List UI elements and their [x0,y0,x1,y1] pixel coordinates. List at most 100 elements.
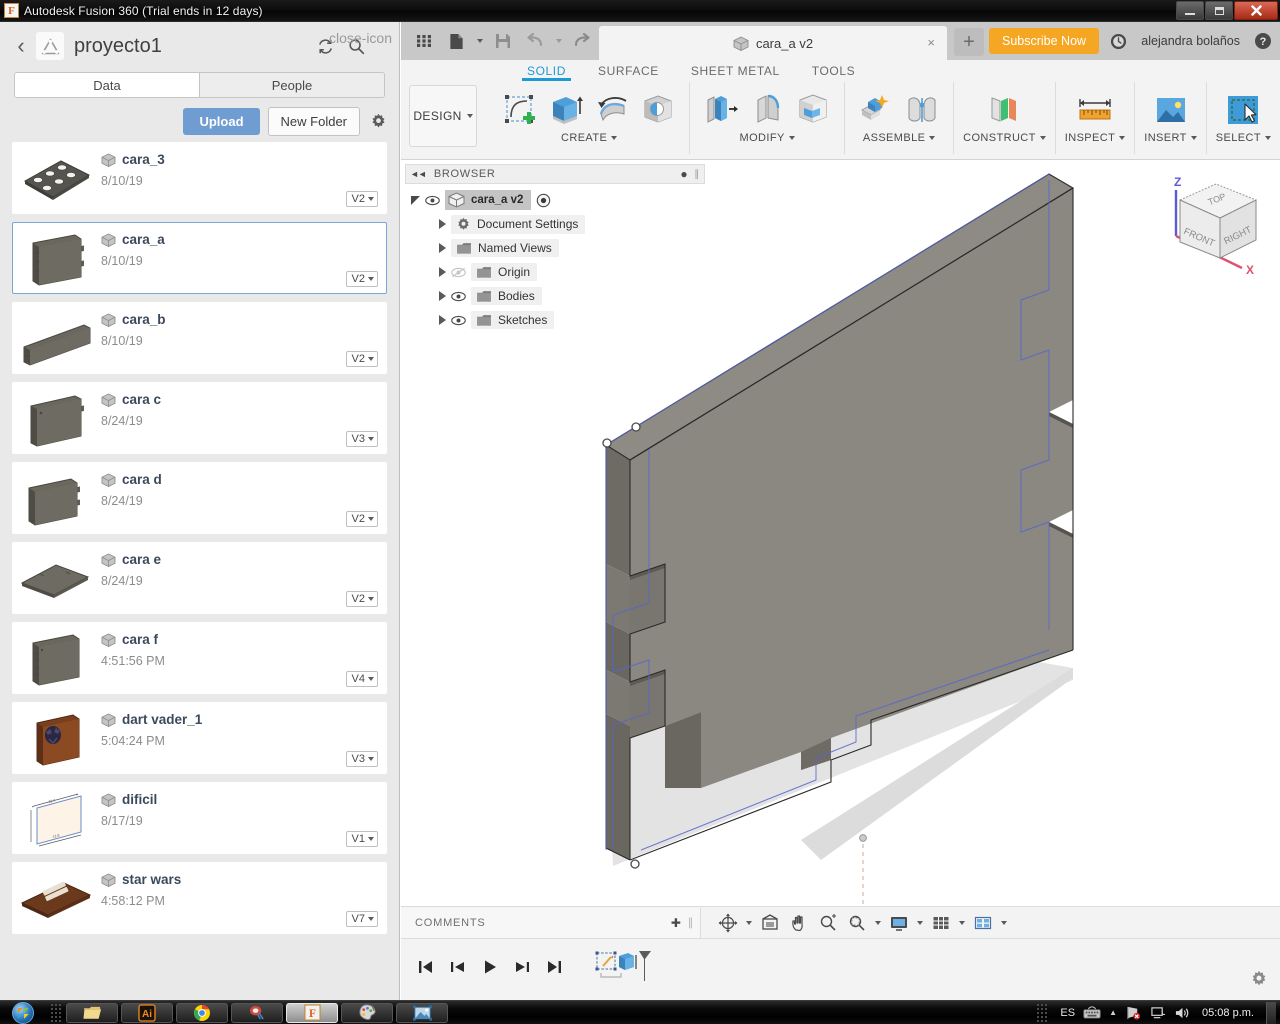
orbit-dropdown[interactable] [744,920,754,925]
version-selector[interactable]: V2 [345,591,378,607]
workspace-switcher[interactable]: DESIGN [409,85,478,147]
taskbar-palette[interactable] [341,1002,393,1023]
assemble-group-label[interactable]: ASSEMBLE [863,132,936,144]
shell-icon[interactable] [791,88,835,132]
expand-arrow-icon[interactable] [439,291,446,301]
list-item[interactable]: star wars 4:58:12 PM V7 [12,862,387,934]
add-comment-icon[interactable]: ✚ [671,916,682,930]
version-selector[interactable]: V3 [345,751,378,767]
close-document-tab-button[interactable]: × [927,35,935,50]
timeline-features[interactable] [595,951,651,983]
show-desktop-button[interactable] [1266,1001,1276,1024]
tab-data[interactable]: Data [15,73,199,97]
play-icon[interactable] [479,956,501,978]
new-folder-button[interactable]: New Folder [267,106,360,136]
start-button[interactable] [0,1001,46,1024]
construct-group-label[interactable]: CONSTRUCT [963,132,1046,144]
new-tab-button[interactable]: + [954,28,984,56]
upload-button[interactable]: Upload [183,107,260,135]
save-icon[interactable] [488,26,518,56]
pan-icon[interactable] [786,910,812,936]
tab-sheet-metal[interactable]: SHEET METAL [675,60,796,78]
grid-snaps-dropdown[interactable] [957,920,967,925]
taskbar-grip[interactable] [50,1002,62,1023]
inspect-group-label[interactable]: INSPECT [1065,132,1126,144]
version-selector[interactable]: V2 [345,191,378,207]
expand-arrow-icon[interactable] [439,267,446,277]
taskbar-paint-tool[interactable] [231,1002,283,1023]
new-file-dropdown[interactable] [473,39,486,43]
list-item[interactable]: cara c 8/24/19 V3 [12,382,387,454]
orbit-icon[interactable] [715,910,741,936]
expand-arrow-icon[interactable] [439,243,446,253]
revolve-icon[interactable] [590,88,634,132]
action-center-icon[interactable] [1150,1006,1166,1020]
browser-node-bodies[interactable]: Bodies [405,284,705,308]
skip-to-end-icon[interactable] [543,956,565,978]
minimize-panel-icon[interactable]: ● [680,167,688,181]
browser-node-document-settings[interactable]: Document Settings [405,212,705,236]
tab-people[interactable]: People [199,73,384,97]
grid-snaps-icon[interactable] [928,910,954,936]
close-window-button[interactable] [1234,1,1278,20]
network-error-icon[interactable] [1125,1006,1142,1020]
look-at-icon[interactable] [757,910,783,936]
browser-root-row[interactable]: cara_a v2 [405,188,705,212]
fillet-icon[interactable] [745,88,789,132]
help-icon[interactable]: ? [1254,32,1272,50]
back-button[interactable]: ‹ [10,35,32,57]
skip-to-beginning-icon[interactable] [415,956,437,978]
press-pull-icon[interactable] [699,88,743,132]
taskbar-fusion360[interactable]: F [286,1002,338,1023]
gear-icon[interactable] [370,113,387,130]
sketch-create-icon[interactable] [498,88,542,132]
close-data-panel-button[interactable]: close-icon [329,30,392,46]
tab-solid[interactable]: SOLID [511,60,582,81]
minimize-button[interactable] [1176,1,1204,20]
volume-icon[interactable] [1174,1006,1190,1020]
hole-icon[interactable] [636,88,680,132]
taskbar-illustrator[interactable]: Ai [121,1002,173,1023]
keyboard-icon[interactable] [1083,1006,1101,1019]
select-window-icon[interactable] [1221,88,1265,132]
undo-dropdown[interactable] [552,39,565,43]
version-selector[interactable]: V1 [345,831,378,847]
tray-grip[interactable] [1036,1002,1049,1023]
view-cube[interactable]: Z X TOP FRONT RIGHT [1152,170,1272,280]
display-settings-icon[interactable] [886,910,912,936]
comments-resize-grip[interactable]: ∥ [688,916,694,929]
create-group-label[interactable]: CREATE [561,132,618,144]
eye-icon[interactable] [425,195,440,206]
new-component-icon[interactable] [854,88,898,132]
taskbar-clock[interactable]: 05:08 p.m. [1198,1007,1258,1019]
eye-hidden-icon[interactable] [451,267,466,278]
taskbar-photo-viewer[interactable] [396,1002,448,1023]
comments-panel-header[interactable]: COMMENTS ✚ ∥ [401,907,701,938]
expand-arrow-open-icon[interactable] [411,195,420,205]
zoom-window-icon[interactable] [844,910,870,936]
maximize-restore-button[interactable] [1205,1,1233,20]
list-item[interactable]: cara_b 8/10/19 V2 [12,302,387,374]
version-selector[interactable]: V4 [345,671,378,687]
list-item[interactable]: 22.7 12.8 dificil 8/17/19 V1 [12,782,387,854]
timeline-settings-icon[interactable] [1250,970,1268,988]
zoom-window-dropdown[interactable] [873,920,883,925]
zoom-icon[interactable] [815,910,841,936]
measure-icon[interactable] [1073,88,1117,132]
version-selector[interactable]: V3 [345,431,378,447]
eye-icon[interactable] [451,291,466,302]
insert-group-label[interactable]: INSERT [1144,132,1197,144]
extrude-icon[interactable] [544,88,588,132]
collapse-left-icon[interactable]: ◄◄ [410,169,427,179]
expand-arrow-icon[interactable] [439,219,446,229]
list-item[interactable]: cara d 8/24/19 V2 [12,462,387,534]
language-indicator[interactable]: ES [1060,1007,1075,1019]
list-item[interactable]: cara_a 8/10/19 V2 [12,222,387,294]
version-selector[interactable]: V2 [345,511,378,527]
joint-icon[interactable] [900,88,944,132]
select-group-label[interactable]: SELECT [1216,132,1271,144]
expand-arrow-icon[interactable] [439,315,446,325]
version-selector[interactable]: V2 [345,271,378,287]
viewports-icon[interactable] [970,910,996,936]
browser-node-named-views[interactable]: Named Views [405,236,705,260]
